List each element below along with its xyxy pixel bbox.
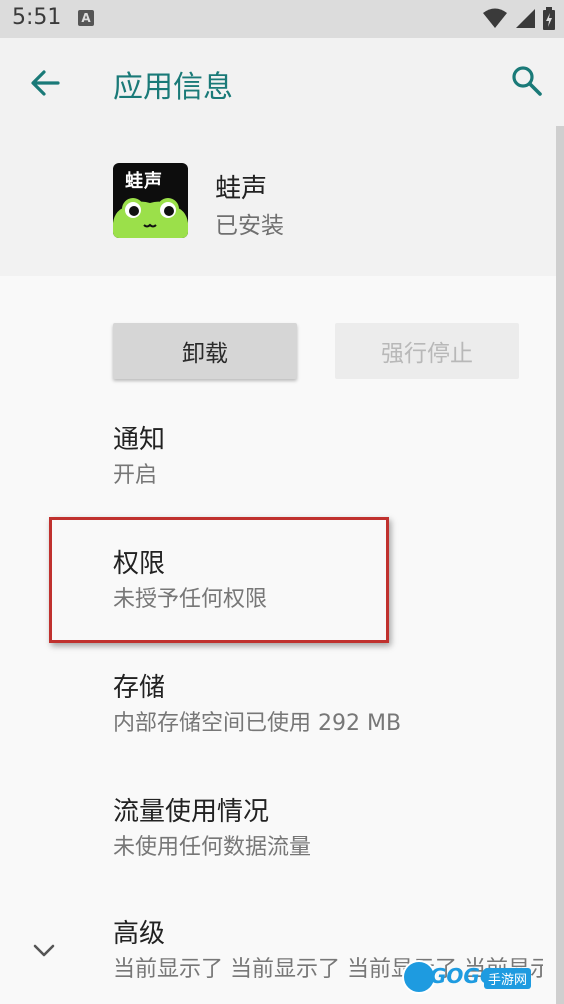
notifications-title: 通知: [113, 425, 166, 455]
watermark-logo: GOGO 手游网: [402, 958, 552, 998]
search-icon[interactable]: [510, 64, 544, 98]
chevron-down-icon[interactable]: [30, 936, 58, 964]
back-arrow-icon[interactable]: [28, 66, 62, 100]
watermark-tag: 手游网: [484, 968, 532, 989]
wifi-icon: [482, 8, 507, 28]
app-icon: 蛙声: [113, 163, 188, 238]
battery-icon: [543, 7, 555, 30]
app-install-status: 已安装: [215, 213, 284, 239]
status-time: 5:51: [12, 5, 62, 30]
signal-icon: [515, 9, 535, 28]
data-usage-item[interactable]: 流量使用情况 未使用任何数据流量: [113, 795, 311, 863]
storage-item[interactable]: 存储 内部存储空间已使用 292 MB: [113, 671, 401, 739]
notifications-subtitle: 开启: [113, 463, 158, 488]
frog-face-icon: [113, 198, 188, 238]
notification-a-icon: A: [78, 10, 94, 26]
storage-subtitle: 内部存储空间已使用 292 MB: [113, 711, 402, 736]
app-name: 蛙声: [215, 174, 268, 204]
advanced-title: 高级: [113, 919, 166, 949]
notifications-item[interactable]: 通知 开启: [113, 423, 165, 491]
uninstall-button[interactable]: 卸载: [113, 323, 297, 379]
highlight-box: [49, 517, 389, 643]
force-stop-button[interactable]: 强行停止: [335, 323, 519, 379]
data-usage-title: 流量使用情况: [113, 797, 270, 827]
page-title: 应用信息: [113, 70, 233, 105]
app-header: [0, 126, 564, 276]
status-icons: [482, 7, 556, 31]
status-bar: 5:51 A: [0, 0, 564, 38]
scrollbar[interactable]: [556, 126, 564, 1004]
app-bar: 应用信息: [0, 38, 564, 126]
storage-title: 存储: [113, 673, 166, 703]
data-usage-subtitle: 未使用任何数据流量: [113, 835, 312, 860]
